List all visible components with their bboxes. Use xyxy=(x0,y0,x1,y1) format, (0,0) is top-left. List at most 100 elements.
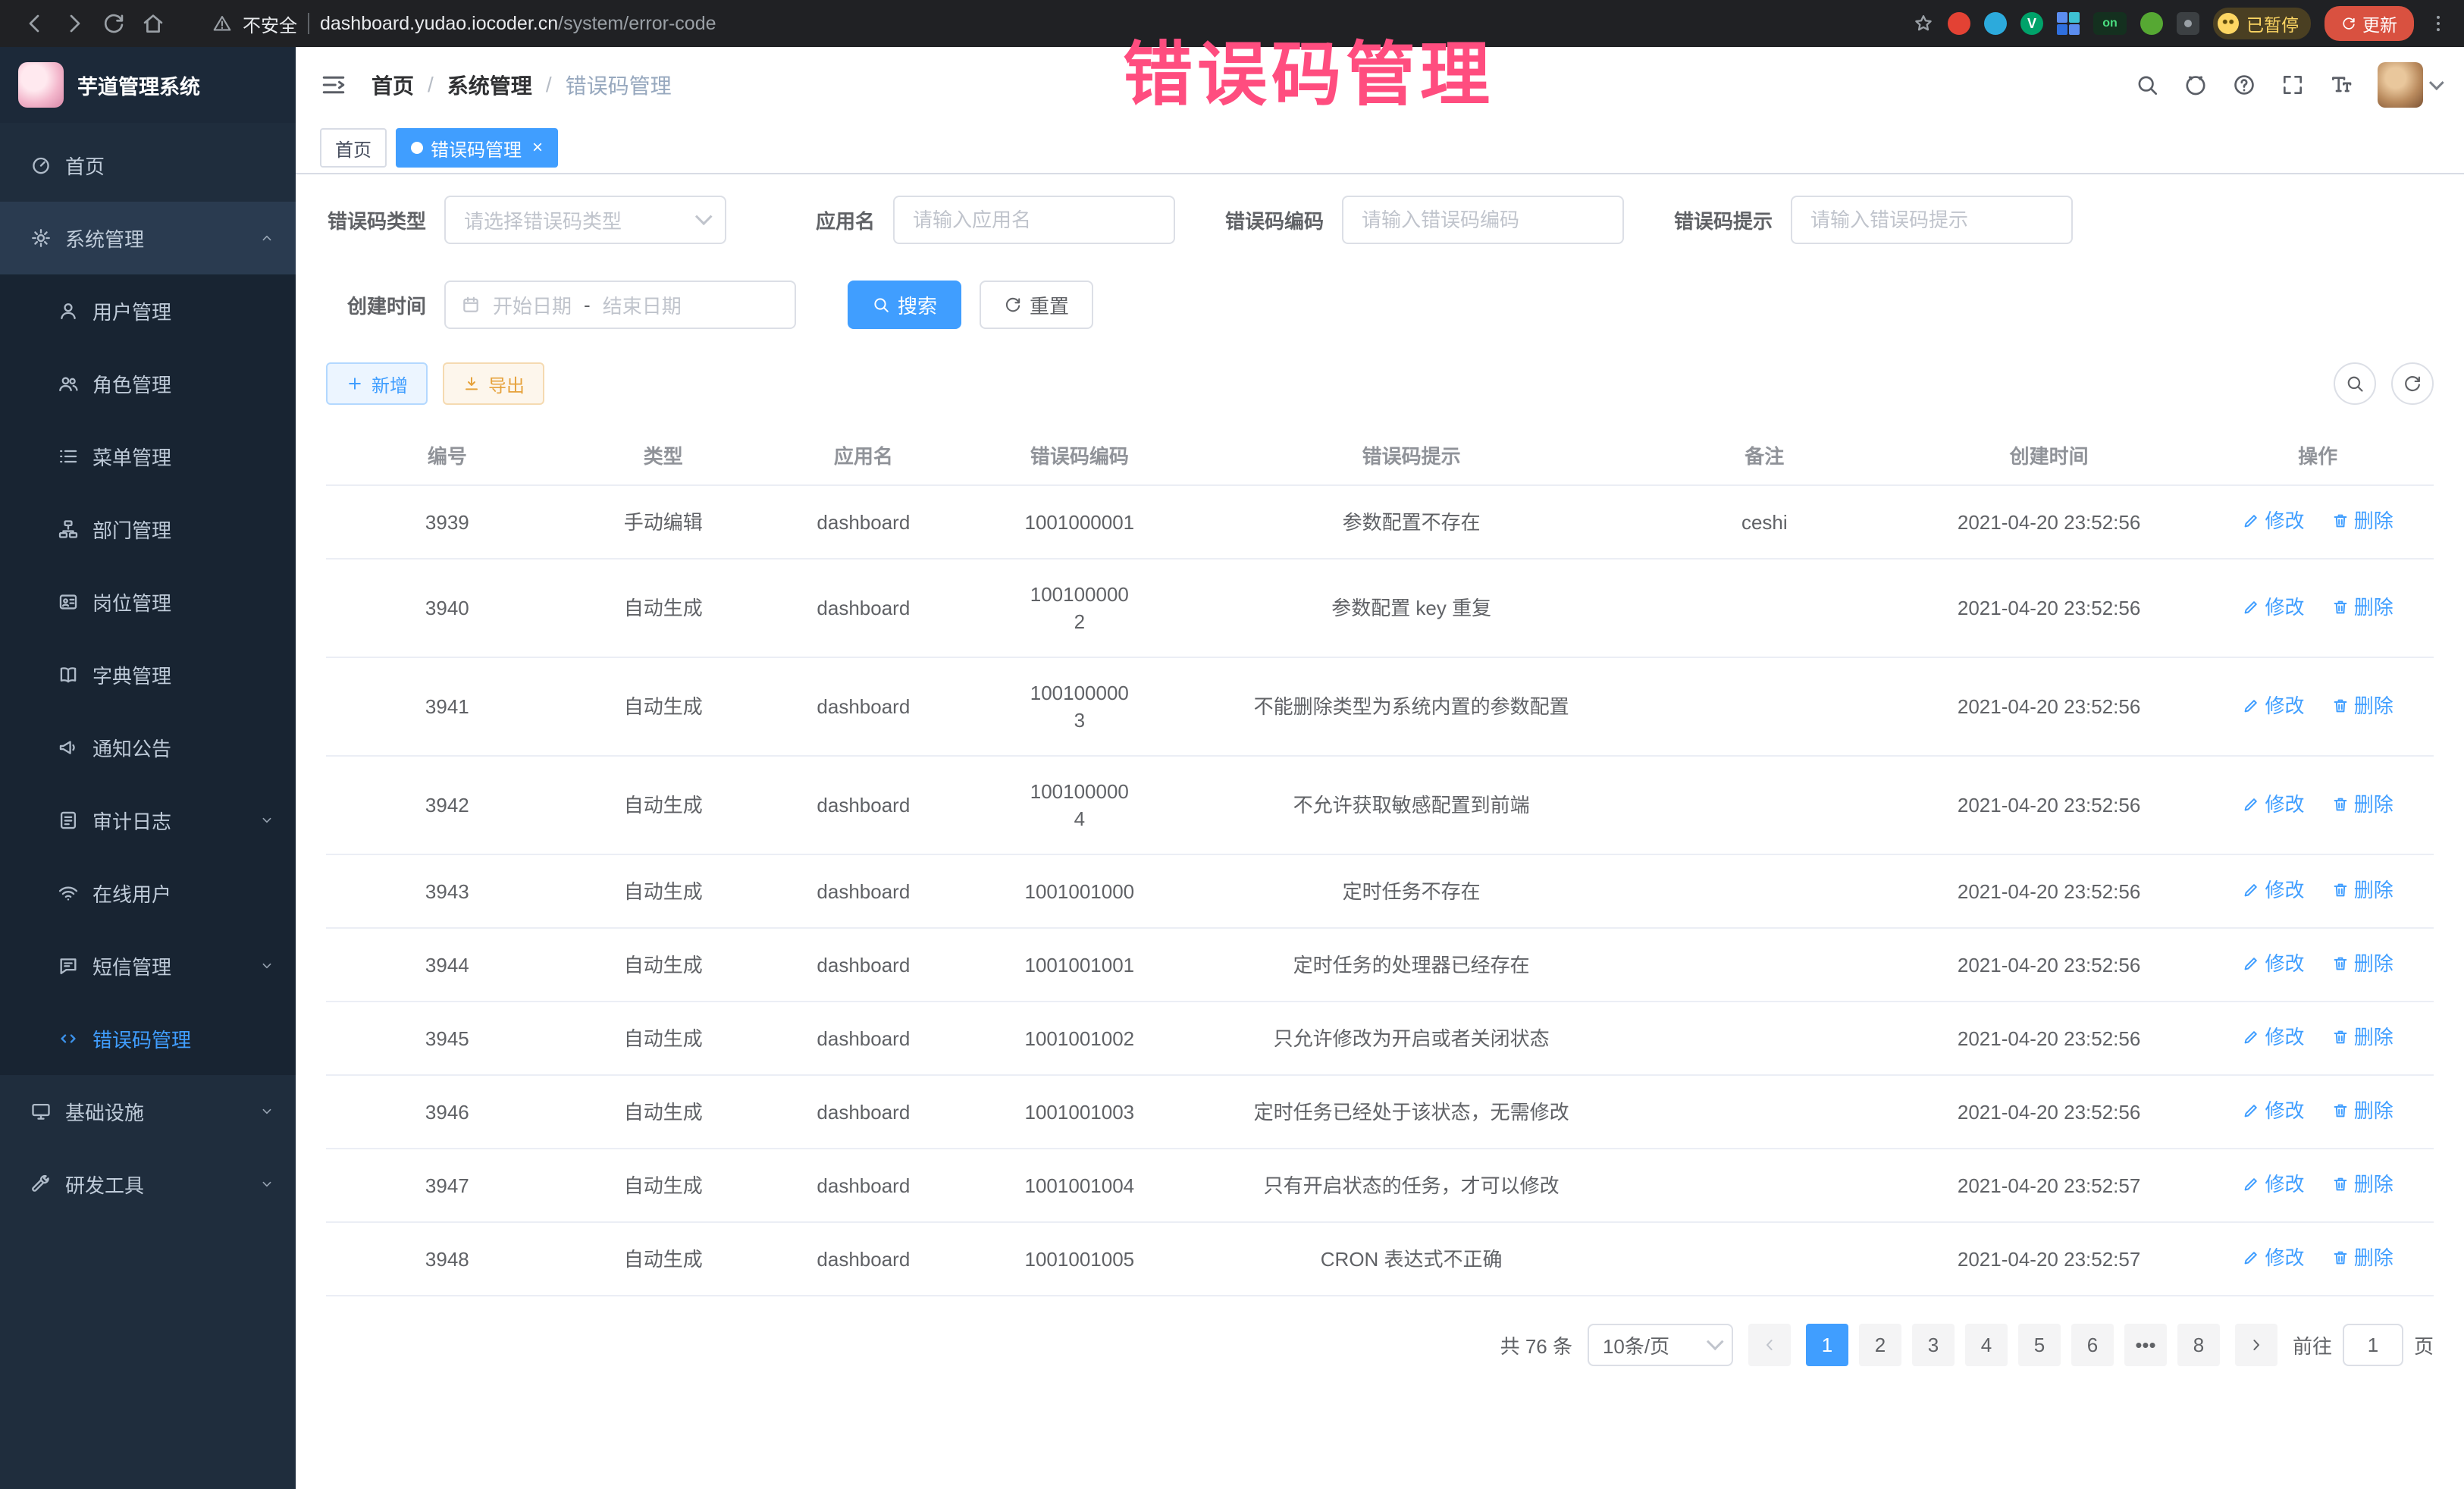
sidebar-item-user-management[interactable]: 用户管理 xyxy=(0,274,296,347)
edit-button[interactable]: 修改 xyxy=(2242,507,2304,534)
delete-button[interactable]: 删除 xyxy=(2331,1023,2393,1051)
cell-actions: 修改 删除 xyxy=(2202,1222,2434,1296)
page-button[interactable]: 5 xyxy=(2018,1324,2061,1366)
app-name-input[interactable] xyxy=(893,196,1175,244)
cell-actions: 修改 删除 xyxy=(2202,756,2434,854)
user-avatar-menu[interactable] xyxy=(2378,62,2440,108)
help-icon[interactable] xyxy=(2232,73,2256,97)
edit-button[interactable]: 修改 xyxy=(2242,950,2304,977)
delete-button[interactable]: 删除 xyxy=(2331,876,2393,904)
error-code-input[interactable] xyxy=(1342,196,1624,244)
sidebar-item-dict-management[interactable]: 字典管理 xyxy=(0,638,296,711)
profile-paused-chip[interactable]: 已暂停 xyxy=(2213,8,2311,39)
delete-button[interactable]: 删除 xyxy=(2331,1171,2393,1198)
date-range-picker[interactable]: 开始日期 - 结束日期 xyxy=(444,281,796,329)
browser-home-button[interactable] xyxy=(133,4,173,43)
add-button[interactable]: 新增 xyxy=(326,362,428,405)
delete-button[interactable]: 删除 xyxy=(2331,791,2393,818)
filter-error-hint: 错误码提示 xyxy=(1672,196,2073,244)
next-page-button[interactable] xyxy=(2235,1324,2277,1366)
sidebar-item-online-users[interactable]: 在线用户 xyxy=(0,857,296,929)
extension-icon[interactable] xyxy=(1984,12,2007,35)
tab-label: 错误码管理 xyxy=(431,135,522,161)
edit-button[interactable]: 修改 xyxy=(2242,692,2304,719)
cell-id: 3947 xyxy=(326,1149,569,1222)
goto-page-input[interactable] xyxy=(2343,1324,2403,1366)
extension-icon[interactable] xyxy=(1948,12,1970,35)
page-button[interactable]: 4 xyxy=(1965,1324,2008,1366)
breadcrumb-system[interactable]: 系统管理 xyxy=(447,70,532,100)
sidebar-item-audit-log[interactable]: 审计日志 xyxy=(0,784,296,857)
export-button[interactable]: 导出 xyxy=(443,362,544,405)
table-row: 3945 自动生成 dashboard 1001001002 只允许修改为开启或… xyxy=(326,1002,2434,1075)
page-button[interactable]: 6 xyxy=(2071,1324,2114,1366)
delete-button[interactable]: 删除 xyxy=(2331,507,2393,534)
sidebar-item-home[interactable]: 首页 xyxy=(0,129,296,202)
error-code-type-select[interactable]: 请选择错误码类型 xyxy=(444,196,726,244)
sidebar-item-role-management[interactable]: 角色管理 xyxy=(0,347,296,420)
fullscreen-icon[interactable] xyxy=(2281,73,2305,97)
sidebar-item-notice[interactable]: 通知公告 xyxy=(0,711,296,784)
sidebar-item-system-management[interactable]: 系统管理 xyxy=(0,202,296,274)
cell-hint: 不能删除类型为系统内置的参数配置 xyxy=(1190,657,1633,756)
refresh-table-button[interactable] xyxy=(2391,362,2434,405)
search-icon[interactable] xyxy=(2135,73,2159,97)
sidebar-item-department-management[interactable]: 部门管理 xyxy=(0,493,296,566)
sidebar-item-dev-tools[interactable]: 研发工具 xyxy=(0,1148,296,1221)
sidebar-item-menu-management[interactable]: 菜单管理 xyxy=(0,420,296,493)
browser-update-button[interactable]: 更新 xyxy=(2324,6,2414,41)
error-hint-input[interactable] xyxy=(1791,196,2073,244)
bookmark-star-icon[interactable] xyxy=(1913,13,1934,34)
reset-button[interactable]: 重置 xyxy=(980,281,1093,329)
address-bar[interactable]: 不安全 dashboard.yudao.iocoder.cn/system/er… xyxy=(212,11,1913,37)
breadcrumb-home[interactable]: 首页 xyxy=(371,70,414,100)
edit-button[interactable]: 修改 xyxy=(2242,1171,2304,1198)
sidebar-item-post-management[interactable]: 岗位管理 xyxy=(0,566,296,638)
edit-button[interactable]: 修改 xyxy=(2242,1097,2304,1124)
close-icon[interactable]: × xyxy=(532,139,543,157)
edit-button[interactable]: 修改 xyxy=(2242,594,2304,621)
sidebar-toggle-button[interactable] xyxy=(320,71,347,99)
cell-create-time: 2021-04-20 23:52:57 xyxy=(1896,1222,2202,1296)
page-button[interactable]: 3 xyxy=(1912,1324,1955,1366)
sidebar-item-error-code-management[interactable]: 错误码管理 xyxy=(0,1002,296,1075)
delete-button[interactable]: 删除 xyxy=(2331,594,2393,621)
browser-forward-button[interactable] xyxy=(55,4,94,43)
update-reload-icon xyxy=(2341,16,2356,31)
search-button[interactable]: 搜索 xyxy=(848,281,961,329)
extension-icon[interactable] xyxy=(2057,12,2080,35)
browser-menu-dots-icon[interactable] xyxy=(2428,13,2449,34)
page-button[interactable]: ••• xyxy=(2124,1324,2167,1366)
delete-button[interactable]: 删除 xyxy=(2331,1244,2393,1271)
tab-error-code-management[interactable]: 错误码管理 × xyxy=(396,128,558,168)
edit-icon xyxy=(2242,1028,2260,1046)
sidebar-item-sms-management[interactable]: 短信管理 xyxy=(0,929,296,1002)
edit-button[interactable]: 修改 xyxy=(2242,1023,2304,1051)
extension-icon[interactable]: V xyxy=(2020,12,2043,35)
breadcrumb: 首页 / 系统管理 / 错误码管理 xyxy=(371,70,672,100)
delete-button[interactable]: 删除 xyxy=(2331,950,2393,977)
sidebar-item-infrastructure[interactable]: 基础设施 xyxy=(0,1075,296,1148)
col-actions: 操作 xyxy=(2202,426,2434,485)
extension-on-badge[interactable]: on xyxy=(2093,12,2127,35)
cell-code: 1001001002 xyxy=(969,1002,1190,1075)
delete-button[interactable]: 删除 xyxy=(2331,692,2393,719)
end-date-placeholder: 结束日期 xyxy=(603,291,682,319)
page-button[interactable]: 8 xyxy=(2177,1324,2220,1366)
tab-home[interactable]: 首页 xyxy=(320,128,387,168)
edit-button[interactable]: 修改 xyxy=(2242,791,2304,818)
font-size-icon[interactable] xyxy=(2329,73,2353,97)
delete-button[interactable]: 删除 xyxy=(2331,1097,2393,1124)
github-icon[interactable] xyxy=(2183,73,2208,97)
page-button[interactable]: 1 xyxy=(1806,1324,1848,1366)
prev-page-button[interactable] xyxy=(1748,1324,1791,1366)
edit-button[interactable]: 修改 xyxy=(2242,876,2304,904)
extensions-puzzle-icon[interactable] xyxy=(2177,12,2199,35)
edit-button[interactable]: 修改 xyxy=(2242,1244,2304,1271)
extension-icon[interactable] xyxy=(2140,12,2163,35)
page-size-select[interactable]: 10条/页 xyxy=(1588,1324,1733,1366)
browser-back-button[interactable] xyxy=(15,4,55,43)
toggle-search-button[interactable] xyxy=(2334,362,2376,405)
page-button[interactable]: 2 xyxy=(1859,1324,1901,1366)
browser-reload-button[interactable] xyxy=(94,4,133,43)
